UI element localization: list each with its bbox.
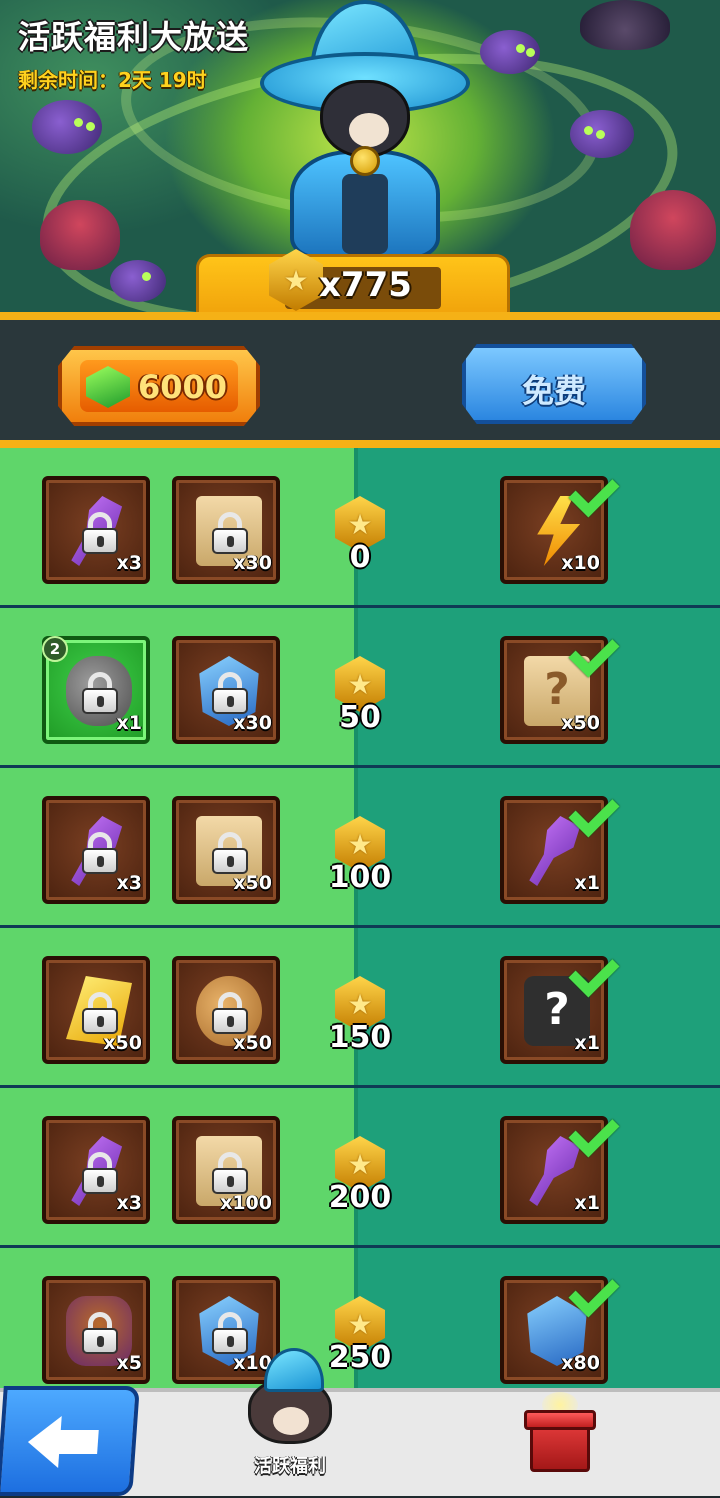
checkmark-icon [570, 1108, 624, 1150]
gem-purchase-button[interactable]: 6000 [58, 346, 260, 426]
item-quantity: x50 [103, 1032, 142, 1054]
lock-icon [82, 1312, 118, 1354]
tab-label: 活跃福利 [254, 1456, 326, 1477]
star-count: x775 [319, 265, 412, 305]
lock-icon [212, 832, 248, 874]
locked-reward-slot[interactable]: x5 [42, 1276, 150, 1384]
free-button[interactable]: 免费 [462, 344, 646, 424]
level-threshold: 0 [349, 540, 371, 575]
wizard-cat-icon [244, 1348, 336, 1444]
lock-icon [82, 1152, 118, 1194]
item-quantity: x1 [574, 1032, 600, 1054]
reward-row: x3 x50 100 x1 [0, 768, 720, 928]
claimed-reward-slot[interactable]: x10 [500, 476, 608, 584]
locked-reward-slot[interactable]: x30 [172, 476, 280, 584]
spider-enemy-icon [32, 100, 102, 154]
level-threshold: 150 [328, 1020, 392, 1055]
action-bar: 6000 免费 [0, 312, 720, 450]
item-quantity: x1 [116, 712, 142, 734]
level-threshold: 200 [328, 1180, 392, 1215]
reward-row: x3 x100 200 x1 [0, 1088, 720, 1248]
claimed-reward-slot[interactable]: x1 [500, 796, 608, 904]
level-threshold: 100 [328, 860, 392, 895]
locked-reward-slot[interactable]: x30 [172, 636, 280, 744]
claimed-reward-slot[interactable]: ? x1 [500, 956, 608, 1064]
carnivorous-plant-icon [630, 190, 716, 270]
locked-reward-slot[interactable]: x50 [172, 796, 280, 904]
item-quantity: x1 [574, 872, 600, 894]
checkmark-icon [570, 628, 624, 670]
lock-icon [82, 512, 118, 554]
event-title: 活跃福利大放送 [18, 18, 250, 56]
checkmark-icon [570, 1268, 624, 1310]
lock-icon [212, 1152, 248, 1194]
item-quantity: x3 [116, 872, 142, 894]
item-quantity: x50 [233, 872, 272, 894]
claimed-reward-slot[interactable]: x1 [500, 1116, 608, 1224]
item-quantity: x3 [116, 1192, 142, 1214]
bottom-navigation: 活跃福利 [0, 1348, 720, 1496]
item-quantity: x100 [220, 1192, 272, 1214]
reward-row: x5 x10 250 x80 [0, 1248, 720, 1388]
locked-reward-slot[interactable]: 2 x1 [42, 636, 150, 744]
back-button[interactable] [0, 1386, 140, 1496]
item-quantity: x10 [561, 552, 600, 574]
lock-icon [82, 672, 118, 714]
lock-icon [212, 1312, 248, 1354]
reward-row: x3 x30 0 x10 [0, 448, 720, 608]
item-quantity: x50 [233, 1032, 272, 1054]
back-arrow-icon [26, 1416, 100, 1468]
claimed-reward-slot[interactable]: ? x50 [500, 636, 608, 744]
level-marker: 250 [329, 1296, 391, 1386]
lock-icon [212, 672, 248, 714]
locked-reward-slot[interactable]: x3 [42, 476, 150, 584]
level-marker: 150 [329, 976, 391, 1066]
carnivorous-plant-icon [580, 0, 670, 50]
carnivorous-plant-icon [40, 200, 120, 270]
checkmark-icon [570, 948, 624, 990]
lock-icon [212, 992, 248, 1034]
claimed-reward-slot[interactable]: x80 [500, 1276, 608, 1384]
locked-reward-slot[interactable]: x50 [42, 956, 150, 1064]
item-quantity: x50 [561, 712, 600, 734]
item-quantity: x30 [233, 552, 272, 574]
item-quantity: x30 [233, 712, 272, 734]
level-marker: 200 [329, 1136, 391, 1226]
level-marker: 50 [332, 656, 388, 746]
level-marker: 0 [332, 496, 388, 586]
item-quantity: x80 [561, 1352, 600, 1374]
event-banner: 活跃福利大放送 剩余时间：2天 19时 x775 [0, 0, 720, 318]
reward-track[interactable]: x3 x30 0 x10 2 x1 x30 [0, 448, 720, 1388]
time-remaining: 剩余时间：2天 19时 [18, 68, 207, 92]
free-button-label: 免费 [521, 372, 586, 410]
reward-row: 2 x1 x30 50 ? x50 [0, 608, 720, 768]
gem-cost: 6000 [138, 368, 228, 406]
wizard-cat-mascot [250, 0, 470, 270]
star-counter: x775 [196, 249, 510, 318]
lock-icon [82, 832, 118, 874]
spider-enemy-icon [570, 110, 634, 158]
lock-icon [212, 512, 248, 554]
gift-box-tab[interactable] [524, 1392, 596, 1476]
locked-reward-slot[interactable]: x50 [172, 956, 280, 1064]
lock-icon [82, 992, 118, 1034]
level-threshold: 50 [339, 700, 381, 735]
spider-enemy-icon [480, 30, 540, 74]
checkmark-icon [570, 468, 624, 510]
spider-enemy-icon [110, 260, 166, 302]
tab-active-rewards[interactable]: 活跃福利 [240, 1348, 340, 1498]
count-badge: 2 [42, 636, 68, 662]
bell-icon [350, 146, 380, 176]
item-quantity: x1 [574, 1192, 600, 1214]
locked-reward-slot[interactable]: x100 [172, 1116, 280, 1224]
locked-reward-slot[interactable]: x3 [42, 796, 150, 904]
reward-row: x50 x50 150 ? x1 [0, 928, 720, 1088]
level-marker: 100 [329, 816, 391, 906]
item-quantity: x3 [116, 552, 142, 574]
checkmark-icon [570, 788, 624, 830]
locked-reward-slot[interactable]: x3 [42, 1116, 150, 1224]
item-quantity: x5 [116, 1352, 142, 1374]
